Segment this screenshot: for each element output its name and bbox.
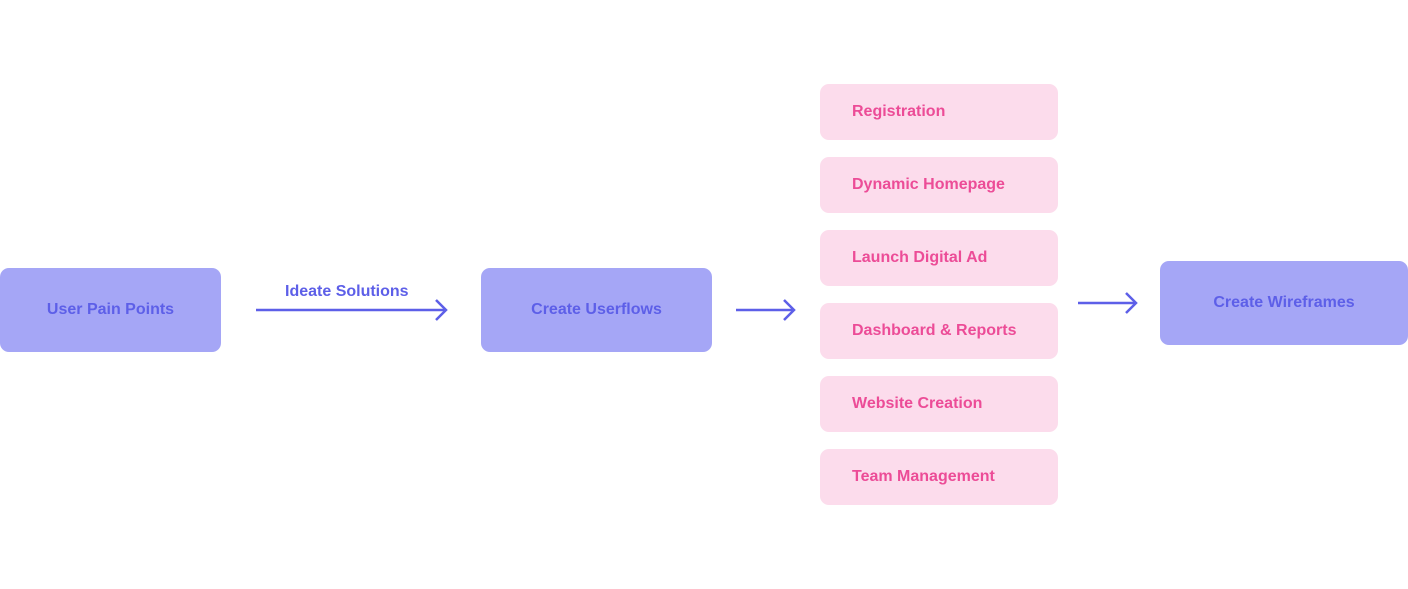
feature-label: Dynamic Homepage [852,176,1005,193]
feature-label: Team Management [852,468,995,485]
feature-label: Dashboard & Reports [852,322,1017,339]
node-create-wireframes: Create Wireframes [1160,261,1408,345]
feature-label: Launch Digital Ad [852,249,988,266]
node-label: Create Userflows [531,301,662,318]
feature-website-creation: Website Creation [820,376,1058,432]
feature-label: Website Creation [852,395,983,412]
edge-label-ideate-solutions: Ideate Solutions [285,283,409,300]
node-user-pain-points: User Pain Points [0,268,221,352]
node-label: Create Wireframes [1213,294,1355,311]
feature-team-management: Team Management [820,449,1058,505]
node-label: User Pain Points [46,301,175,318]
feature-dashboard-reports: Dashboard & Reports [820,303,1058,359]
feature-launch-digital-ad: Launch Digital Ad [820,230,1058,286]
node-create-userflows: Create Userflows [481,268,712,352]
feature-registration: Registration [820,84,1058,140]
arrow-icon [1078,292,1138,314]
arrow-icon [256,299,448,321]
feature-dynamic-homepage: Dynamic Homepage [820,157,1058,213]
feature-label: Registration [852,103,946,120]
arrow-icon [736,299,796,321]
